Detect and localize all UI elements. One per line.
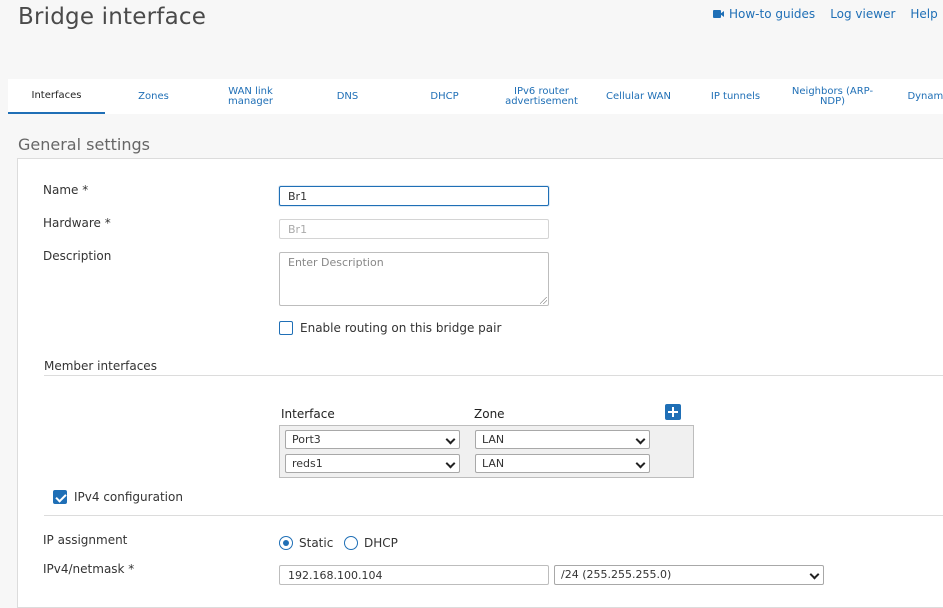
ipv4-netmask-label: IPv4/netmask * <box>43 562 135 576</box>
name-label: Name * <box>43 183 89 197</box>
section-title: General settings <box>18 135 150 154</box>
member-interface-value: reds1 <box>292 457 323 470</box>
member-divider <box>44 375 943 376</box>
top-links: How-to guides Log viewer Help ad <box>713 7 943 21</box>
netmask-select[interactable]: /24 (255.255.255.0) <box>554 565 824 585</box>
routing-checkbox[interactable] <box>279 321 293 335</box>
howto-link[interactable]: How-to guides <box>713 7 815 21</box>
tab-dhcp[interactable]: DHCP <box>396 79 493 114</box>
ipv4-checkbox[interactable] <box>53 490 67 504</box>
member-interface-select[interactable]: Port3 <box>285 430 460 449</box>
tab-ipv6-router-advertisement[interactable]: IPv6 router advertisement <box>493 79 590 114</box>
add-member-icon[interactable] <box>665 404 681 420</box>
routing-label: Enable routing on this bridge pair <box>300 321 502 335</box>
static-label: Static <box>299 536 334 550</box>
chevron-down-icon <box>635 434 646 445</box>
netmask-value: /24 (255.255.255.0) <box>561 568 672 581</box>
interface-column-header: Interface <box>281 407 335 421</box>
ipv4-address-input[interactable]: 192.168.100.104 <box>279 565 549 585</box>
static-radio[interactable] <box>279 536 293 550</box>
video-camera-icon <box>713 10 724 18</box>
tab-ip-tunnels[interactable]: IP tunnels <box>687 79 784 114</box>
member-table: Port3 LAN reds1 LAN <box>279 425 694 478</box>
member-zone-value: LAN <box>482 433 505 446</box>
tab-bar: Interfaces Zones WAN link manager DNS DH… <box>8 79 943 114</box>
hardware-label: Hardware * <box>43 216 111 230</box>
tab-neighbors[interactable]: Neighbors (ARP-NDP) <box>784 79 881 114</box>
member-interfaces-title: Member interfaces <box>44 359 157 373</box>
description-placeholder: Enter Description <box>288 256 384 269</box>
tab-dns[interactable]: DNS <box>299 79 396 114</box>
page-title: Bridge interface <box>18 4 207 30</box>
ipv4-divider <box>44 515 943 516</box>
dhcp-label: DHCP <box>364 536 398 550</box>
chevron-down-icon <box>445 458 456 469</box>
chevron-down-icon <box>445 434 456 445</box>
help-link[interactable]: Help <box>910 7 937 21</box>
name-input[interactable]: Br1 <box>279 186 549 206</box>
ipv4-label: IPv4 configuration <box>74 490 183 504</box>
howto-link-label: How-to guides <box>729 7 816 21</box>
zone-column-header: Zone <box>474 407 505 421</box>
member-zone-value: LAN <box>482 457 505 470</box>
tab-zones[interactable]: Zones <box>105 79 202 114</box>
ip-assignment-label: IP assignment <box>43 533 128 547</box>
tab-cellular-wan[interactable]: Cellular WAN <box>590 79 687 114</box>
tab-wan-link-manager[interactable]: WAN link manager <box>202 79 299 114</box>
log-viewer-link[interactable]: Log viewer <box>830 7 895 21</box>
hardware-input: Br1 <box>279 219 549 239</box>
tab-interfaces[interactable]: Interfaces <box>8 79 105 114</box>
description-textarea[interactable]: Enter Description <box>279 252 549 306</box>
member-interface-select[interactable]: reds1 <box>285 454 460 473</box>
chevron-down-icon <box>809 569 820 580</box>
member-interface-value: Port3 <box>292 433 321 446</box>
tab-dynamic[interactable]: Dynamic <box>881 79 943 114</box>
member-zone-select[interactable]: LAN <box>475 454 650 473</box>
resize-grip-icon[interactable] <box>540 297 547 304</box>
chevron-down-icon <box>635 458 646 469</box>
dhcp-radio[interactable] <box>344 536 358 550</box>
general-settings-panel: Name * Br1 Hardware * Br1 Description En… <box>17 158 943 608</box>
member-zone-select[interactable]: LAN <box>475 430 650 449</box>
description-label: Description <box>43 249 112 263</box>
